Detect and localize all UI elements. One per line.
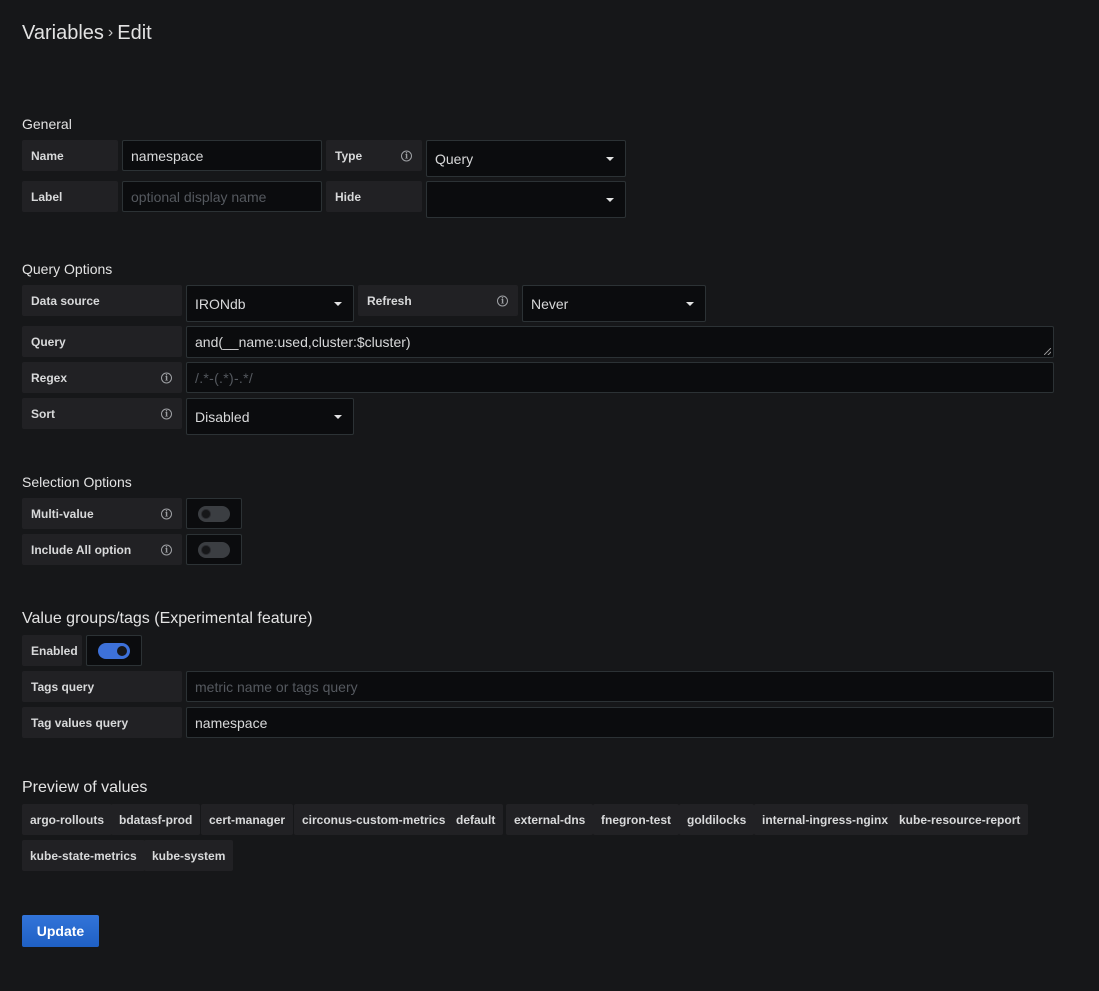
tags-query-input[interactable]: metric name or tags query [186,671,1054,702]
preview-value: fnegron-test [593,804,679,835]
enabled-switch-box [86,635,142,666]
caret-down-icon [334,414,342,419]
include-all-switch-box [186,534,242,565]
hide-label: Hide [326,181,422,212]
info-icon[interactable]: i [161,544,172,555]
preview-heading: Preview of values [22,779,148,796]
tag-values-query-label: Tag values query [22,707,182,738]
preview-value: default [448,804,504,835]
info-icon[interactable]: i [401,150,412,161]
include-all-label-text: Include All option [31,542,132,557]
refresh-label: Refresh i [358,285,518,316]
info-icon[interactable]: i [497,295,508,306]
preview-value: circonus-custom-metrics [294,804,454,835]
datasource-select-value: IRONdb [195,295,246,312]
query-textarea-value: and(__name:used,cluster:$cluster) [195,334,411,350]
hide-select[interactable] [426,181,626,218]
regex-label: Regex i [22,362,182,393]
sort-select-value: Disabled [195,408,250,425]
sort-label: Sort i [22,398,182,429]
include-all-label: Include All option i [22,534,182,565]
regex-label-text: Regex [31,370,68,385]
refresh-select[interactable]: Never [522,285,706,322]
info-icon[interactable]: i [161,372,172,383]
enabled-label: Enabled [22,635,82,666]
datasource-label: Data source [22,285,182,316]
multi-value-label-text: Multi-value [31,506,94,521]
preview-value: internal-ingress-nginx [754,804,897,835]
preview-value: goldilocks [679,804,755,835]
tag-values-query-input[interactable]: namespace [186,707,1054,738]
preview-value: kube-system [144,840,234,871]
preview-value: kube-state-metrics [22,840,145,871]
resize-handle-icon[interactable] [1044,348,1051,355]
caret-down-icon [606,197,614,202]
info-icon[interactable]: i [161,408,172,419]
breadcrumb-edit: Edit [117,22,152,44]
selection-options-heading: Selection Options [22,474,132,490]
regex-input[interactable]: /.*-(.*)-.*/ [186,362,1054,393]
preview-value: kube-resource-report [891,804,1029,835]
datasource-select[interactable]: IRONdb [186,285,354,322]
type-label: Type i [326,140,422,171]
sort-select[interactable]: Disabled [186,398,354,435]
general-heading: General [22,116,72,132]
query-textarea[interactable]: and(__name:used,cluster:$cluster) [186,326,1054,358]
preview-value: bdatasf-prod [111,804,201,835]
type-label-text: Type [335,148,363,163]
tags-query-label: Tags query [22,671,182,702]
info-icon[interactable]: i [161,508,172,519]
name-label: Name [22,140,118,171]
sort-label-text: Sort [31,406,55,421]
chevron-right-icon: › [107,24,114,41]
refresh-select-value: Never [531,295,569,312]
caret-down-icon [606,156,614,161]
refresh-label-text: Refresh [367,293,412,308]
preview-value: argo-rollouts [22,804,112,835]
type-select[interactable]: Query [426,140,626,177]
breadcrumb-variables[interactable]: Variables [22,22,104,44]
multi-value-toggle[interactable] [198,505,230,522]
name-input[interactable]: namespace [122,140,322,171]
value-groups-heading: Value groups/tags (Experimental feature) [22,610,313,627]
caret-down-icon [334,301,342,306]
multi-value-switch-box [186,498,242,529]
caret-down-icon [686,301,694,306]
enabled-toggle[interactable] [98,642,130,659]
query-options-heading: Query Options [22,261,113,277]
preview-value: external-dns [506,804,594,835]
label-label: Label [22,181,118,212]
type-select-value: Query [435,150,474,167]
include-all-toggle[interactable] [198,541,230,558]
update-button[interactable]: Update [22,915,99,947]
query-label: Query [22,326,182,357]
label-input[interactable]: optional display name [122,181,322,212]
multi-value-label: Multi-value i [22,498,182,529]
page-title: Variables › Edit [22,22,152,45]
preview-value: cert-manager [201,804,294,835]
